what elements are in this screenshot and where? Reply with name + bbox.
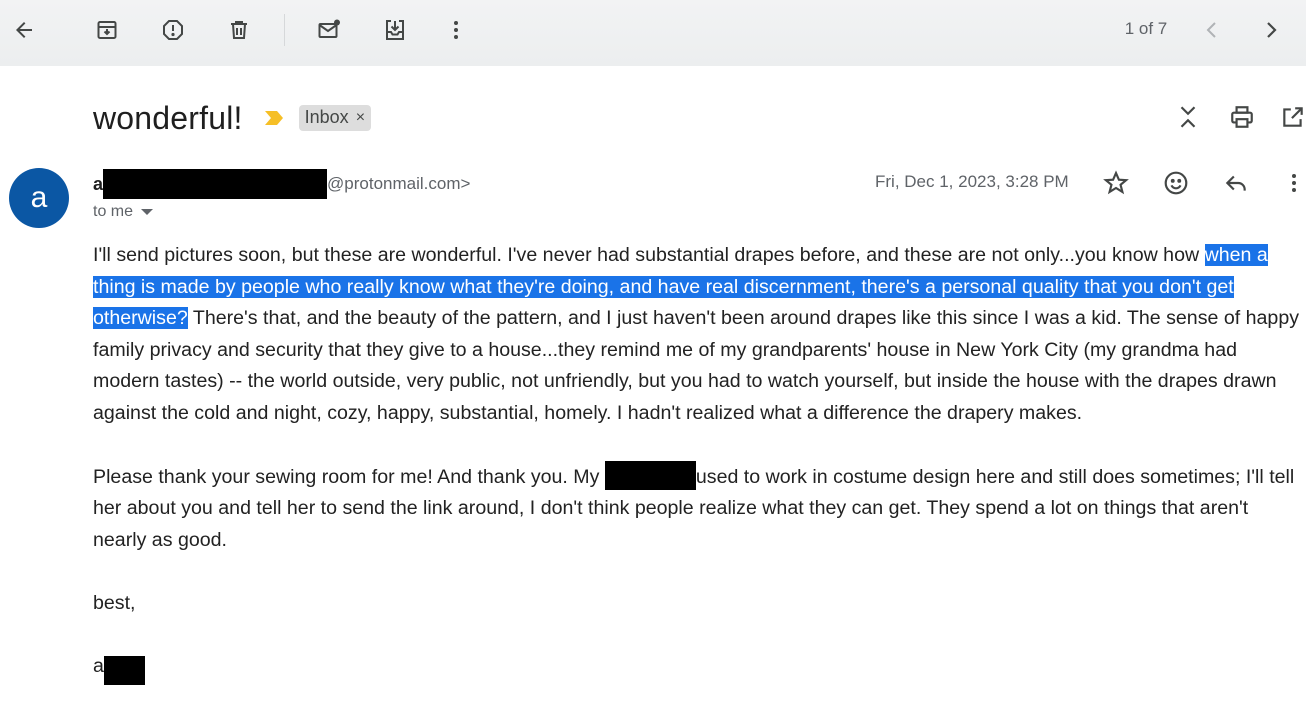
print-button[interactable] [1226,101,1258,133]
print-icon [1231,106,1253,128]
mark-unread-button[interactable] [311,12,347,48]
body-paragraph-2: Please thank your sewing room for me! An… [93,460,1306,557]
body-redaction [604,460,696,490]
inbox-label-chip: Inbox × [298,105,372,131]
body-paragraph-1: I'll send pictures soon, but these are w… [93,240,1306,429]
reply-icon [1225,175,1246,191]
report-spam-icon [163,20,183,40]
delete-icon [231,21,247,39]
subject-row: wonderful! Inbox × [93,96,372,140]
add-reaction-button[interactable] [1160,167,1192,199]
chevron-right-icon [1267,22,1277,38]
message-body: I'll send pictures soon, but these are w… [93,240,1306,716]
label-text: Inbox [304,107,349,127]
pager-count: 1 of 7 [1124,19,1168,38]
mark-unread-icon [318,19,340,38]
signature: a [93,651,1306,685]
more-options-button[interactable] [438,12,474,48]
closing-line: best, [93,591,136,614]
remove-label-button[interactable]: × [356,109,365,127]
message-more-button[interactable] [1282,167,1306,199]
email-subject: wonderful! [93,99,243,136]
importance-marker-icon[interactable] [263,109,285,127]
signature-initial: a [93,654,104,677]
chevron-left-icon [1206,22,1216,38]
newer-button[interactable] [1194,12,1230,48]
archive-button[interactable] [89,12,125,48]
arrow-back-icon [16,22,32,38]
recipient-text: to me [93,203,134,220]
star-icon [1103,170,1129,195]
open-in-new-icon [1283,107,1303,127]
sender-email: @protonmail.com> [327,174,471,193]
sender-avatar: a [9,168,69,228]
older-button[interactable] [1253,12,1289,48]
archive-icon [97,21,117,39]
delete-button[interactable] [221,12,257,48]
star-button[interactable] [1100,167,1132,199]
sender-name-initial: a [93,173,104,194]
move-to-inbox-icon [386,20,404,40]
body-text: Please thank your sewing room for me! An… [93,465,605,488]
emoji-icon [1164,171,1188,195]
move-to-button[interactable] [377,12,413,48]
reply-button[interactable] [1220,167,1252,199]
open-new-window-button[interactable] [1280,101,1306,133]
body-text: There's that, and the beauty of the patt… [93,307,1300,424]
show-details-chevron-icon[interactable] [141,209,154,215]
body-text: I'll send pictures soon, but these are w… [93,244,1205,266]
collapse-icon [1180,106,1196,128]
back-button[interactable] [6,12,42,48]
sender-line: a @protonmail.com> [93,169,471,199]
recipient-line[interactable]: to me [93,203,154,221]
collapse-all-button[interactable] [1172,101,1204,133]
more-vert-icon [454,21,458,39]
more-vert-icon [1292,174,1296,192]
sender-name-redaction [103,169,328,199]
toolbar-divider [284,14,285,46]
message-date: Fri, Dec 1, 2023, 3:28 PM [875,172,1069,191]
message-toolbar: 1 of 7 [0,0,1306,66]
signature-redaction [103,655,145,685]
report-spam-button[interactable] [155,12,191,48]
